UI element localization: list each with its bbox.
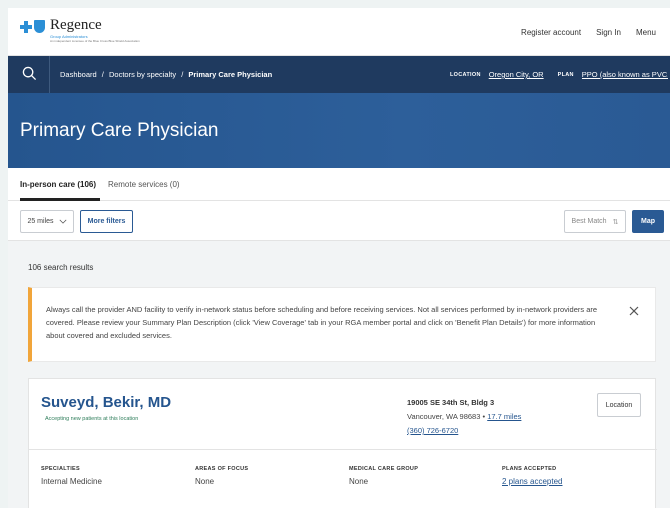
nav-divider — [49, 56, 50, 93]
location-label: LOCATION — [450, 71, 481, 78]
location-button[interactable]: Location — [597, 393, 641, 417]
tab-remote-services[interactable]: Remote services (0) — [108, 180, 180, 189]
location-link[interactable]: Oregon City, OR — [489, 70, 544, 79]
breadcrumb-specialty[interactable]: Doctors by specialty — [109, 70, 176, 79]
address-bullet: • — [482, 412, 486, 421]
provider-card: Suveyd, Bekir, MD Accepting new patients… — [28, 378, 657, 508]
card-divider — [29, 449, 657, 450]
care-type-tabs: In-person care (106) Remote services (0) — [8, 168, 670, 201]
results-area: 106 search results Always call the provi… — [8, 241, 670, 508]
navigation-band: Dashboard / Doctors by specialty / Prima… — [8, 56, 670, 93]
close-icon[interactable] — [629, 306, 639, 316]
map-button[interactable]: Map — [632, 210, 664, 233]
register-account-link[interactable]: Register account — [521, 28, 581, 37]
plans-accepted-column: PLANS ACCEPTED 2 plans accepted — [502, 466, 563, 486]
medical-care-group-value: None — [349, 477, 369, 486]
menu-link[interactable]: Menu — [636, 28, 656, 37]
address-city: Vancouver, WA 98683 — [407, 412, 481, 421]
provider-name-link[interactable]: Suveyd, Bekir, MD — [41, 394, 171, 411]
areas-of-focus-column: AREAS OF FOCUS None — [195, 466, 248, 486]
sort-value: Best Match — [571, 218, 607, 225]
breadcrumb: Dashboard / Doctors by specialty / Prima… — [60, 70, 272, 79]
distance-link[interactable]: 17.7 miles — [487, 412, 521, 421]
tab-in-person-care[interactable]: In-person care (106) — [20, 180, 96, 189]
address-street: 19005 SE 34th St, Bldg 3 — [407, 398, 495, 407]
network-alert: Always call the provider AND facility to… — [28, 287, 656, 362]
plan-label: PLAN — [557, 71, 574, 78]
chevron-down-icon — [59, 219, 67, 224]
brand-name: Regence — [50, 17, 102, 33]
specialties-header: SPECIALTIES — [41, 466, 80, 472]
accepting-patients-status: Accepting new patients at this location — [45, 416, 139, 422]
filter-bar: 25 miles More filters Best Match ⇅ Map — [8, 201, 670, 241]
top-links: Register account Sign In Menu — [521, 28, 656, 37]
search-icon[interactable] — [22, 66, 37, 81]
sort-icon: ⇅ — [612, 218, 619, 226]
areas-of-focus-header: AREAS OF FOCUS — [195, 466, 249, 472]
sign-in-link[interactable]: Sign In — [596, 28, 621, 37]
page-title: Primary Care Physician — [20, 120, 219, 141]
distance-value: 25 miles — [27, 218, 54, 225]
medical-care-group-header: MEDICAL CARE GROUP — [349, 466, 419, 472]
specialties-value: Internal Medicine — [41, 477, 102, 486]
breadcrumb-dashboard[interactable]: Dashboard — [60, 70, 97, 79]
bcbs-logo-icon — [20, 18, 46, 36]
alert-message: Always call the provider AND facility to… — [46, 305, 598, 340]
medical-care-group-column: MEDICAL CARE GROUP None — [349, 466, 418, 486]
results-count: 106 search results — [28, 263, 94, 272]
specialties-column: SPECIALTIES Internal Medicine — [41, 466, 102, 486]
phone-link[interactable]: (360) 726-6720 — [407, 426, 458, 435]
breadcrumb-separator: / — [101, 70, 104, 79]
page: Regence Group Administrators An independ… — [8, 8, 670, 508]
hero-banner: Primary Care Physician — [8, 93, 670, 168]
more-filters-button[interactable]: More filters — [80, 210, 133, 233]
breadcrumb-current: Primary Care Physician — [188, 70, 273, 79]
plans-accepted-header: PLANS ACCEPTED — [502, 466, 557, 472]
breadcrumb-separator: / — [181, 70, 184, 79]
regence-logo[interactable]: Regence Group Administrators An independ… — [20, 18, 140, 43]
location-plan-selector: LOCATION Oregon City, OR PLAN PPO (also … — [450, 70, 668, 79]
brand-disclaimer: An independent Licensee of the Blue Cros… — [50, 39, 140, 43]
provider-address: 19005 SE 34th St, Bldg 3 Vancouver, WA 9… — [407, 396, 521, 438]
distance-dropdown[interactable]: 25 miles — [20, 210, 74, 233]
sort-dropdown[interactable]: Best Match ⇅ — [564, 210, 626, 233]
top-bar: Regence Group Administrators An independ… — [8, 8, 670, 56]
plan-link[interactable]: PPO (also known as PVC... — [582, 70, 668, 79]
areas-of-focus-value: None — [195, 477, 215, 486]
plans-accepted-link[interactable]: 2 plans accepted — [502, 477, 563, 486]
